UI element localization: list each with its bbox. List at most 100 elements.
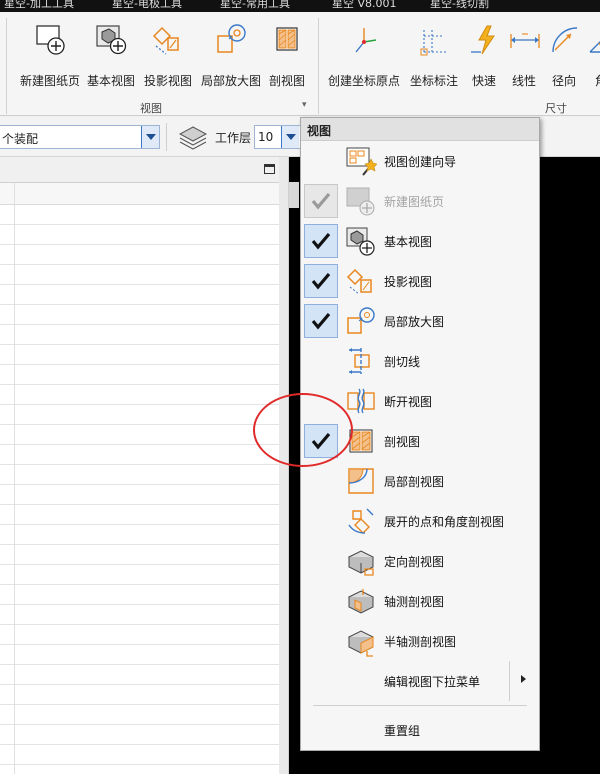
checkmark-icon [311, 232, 331, 250]
title-tab[interactable]: 星空 V8.001 [332, 0, 397, 11]
coordinate-origin-icon [355, 28, 377, 53]
detail-view-icon [347, 307, 375, 334]
new-sheet-button[interactable]: 新建图纸页 [19, 22, 81, 92]
ribbon-button-label: 快速 [471, 74, 497, 88]
work-layer-combo[interactable]: 10 [254, 125, 306, 149]
menu-item-unfolded-section[interactable]: 展开的点和角度剖视图 [301, 501, 539, 541]
checkmark-icon [311, 272, 331, 290]
menu-item-half-pictorial-section[interactable]: 半轴测剖视图 [301, 621, 539, 661]
projected-view-icon [346, 268, 372, 295]
group-separator [6, 18, 7, 114]
column-divider [14, 183, 15, 774]
panel-splitter[interactable] [279, 157, 289, 774]
base-view-icon [96, 25, 127, 55]
detail-view-button[interactable]: 局部放大图 [200, 22, 262, 92]
radial-dimension-button[interactable]: 径向 [547, 22, 581, 92]
angular-dimension-button[interactable]: 角 [586, 22, 600, 92]
view-group-launcher-icon[interactable]: ▾ [302, 100, 307, 110]
ribbon-button-label: 创建坐标原点 [327, 74, 401, 88]
graphics-tab-handle[interactable] [289, 182, 299, 208]
radial-dimension-icon [552, 27, 578, 53]
menu-item-label: 基本视图 [384, 235, 433, 249]
chevron-down-icon[interactable] [281, 126, 299, 148]
ribbon-button-label: 新建图纸页 [19, 74, 81, 88]
menu-item-label: 重置组 [384, 724, 421, 738]
menu-item-detail-view[interactable]: 局部放大图 [301, 301, 539, 341]
menu-item-reset-group[interactable]: 重置组 [301, 710, 539, 750]
menu-title: 视图 [301, 118, 539, 141]
menu-item-view-wizard[interactable]: 视图创建向导 [301, 141, 539, 181]
maximize-icon[interactable] [264, 164, 275, 174]
ribbon-button-label: 投影视图 [143, 74, 193, 88]
checkmark-icon [311, 192, 331, 210]
work-layer-label: 工作层 [215, 131, 252, 145]
menu-item-oriented-section[interactable]: 定向剖视图 [301, 541, 539, 581]
coordinate-origin-button[interactable]: 创建坐标原点 [328, 22, 400, 92]
ribbon: 新建图纸页 基本视图 投影视图 局部放大图 剖视图 视图 ▾ 创建坐标原点 坐标… [0, 12, 600, 116]
menu-item-break-out-section[interactable]: 局部剖视图 [301, 461, 539, 501]
submenu-separator [509, 661, 510, 701]
dimension-group-label: 尺寸 [545, 102, 567, 115]
menu-item-base-view[interactable]: 基本视图 [301, 221, 539, 261]
menu-separator [313, 705, 527, 706]
section-line-icon [349, 348, 370, 374]
menu-item-label: 剖切线 [384, 355, 421, 369]
base-view-button[interactable]: 基本视图 [86, 22, 136, 92]
menu-item-section-line[interactable]: 剖切线 [301, 341, 539, 381]
title-tab[interactable]: 星空-加工工具 [4, 0, 74, 11]
checkmark-icon [311, 312, 331, 330]
menu-item-label: 剖视图 [384, 435, 421, 449]
pictorial-section-icon [347, 589, 375, 614]
menu-item-label: 断开视图 [384, 395, 433, 409]
assembly-filter-combo[interactable]: 个装配 [0, 125, 160, 149]
title-tab[interactable]: 星空-电极工具 [112, 0, 182, 11]
menu-item-edit-dropdown[interactable]: 编辑视图下拉菜单 [301, 661, 539, 701]
ribbon-button-label: 径向 [551, 74, 577, 88]
section-view-button[interactable]: 剖视图 [266, 22, 308, 92]
ribbon-button-label: 基本视图 [86, 74, 136, 88]
half-pictorial-section-icon [347, 630, 375, 657]
menu-item-label: 局部放大图 [384, 315, 445, 329]
broken-view-icon [347, 388, 375, 414]
menu-item-label: 新建图纸页 [384, 195, 445, 209]
oriented-section-icon [347, 550, 375, 576]
chevron-down-icon[interactable] [141, 126, 159, 148]
menu-item-label: 视图创建向导 [384, 155, 457, 169]
assembly-filter-value: 个装配 [2, 132, 39, 146]
title-tab[interactable]: 星空-常用工具 [220, 0, 290, 11]
menu-item-label: 展开的点和角度剖视图 [384, 515, 505, 529]
checked-checkbox[interactable] [304, 264, 338, 298]
ribbon-button-label: 局部放大图 [200, 74, 262, 88]
break-out-section-icon [348, 468, 374, 494]
menu-item-projected-view[interactable]: 投影视图 [301, 261, 539, 301]
work-layer-value: 10 [258, 130, 274, 144]
rapid-dimension-icon [471, 25, 495, 55]
checked-checkbox[interactable] [304, 304, 338, 338]
menu-item-pictorial-section[interactable]: 轴测剖视图 [301, 581, 539, 621]
navigator-panel [0, 157, 279, 774]
detail-view-icon [217, 24, 246, 53]
ribbon-button-label: 坐标标注 [409, 74, 459, 88]
new-sheet-icon [346, 187, 375, 216]
toolbar-separator [166, 123, 167, 151]
title-tab-bar: 星空-加工工具 星空-电极工具 星空-常用工具 星空 V8.001 星空-线切割 [0, 0, 600, 12]
linear-dimension-button[interactable]: 线性 [507, 22, 541, 92]
title-tab[interactable]: 星空-线切割 [430, 0, 489, 11]
checked-checkbox[interactable] [304, 224, 338, 258]
ordinate-dimension-icon [420, 30, 446, 56]
menu-item-label: 编辑视图下拉菜单 [384, 675, 481, 689]
menu-item-new-sheet: 新建图纸页 [301, 181, 539, 221]
projected-view-button[interactable]: 投影视图 [143, 22, 193, 92]
group-separator [318, 18, 319, 114]
ordinate-dimension-button[interactable]: 坐标标注 [410, 22, 458, 92]
view-wizard-icon [346, 147, 377, 176]
checked-checkbox [304, 184, 338, 218]
layers-icon [178, 126, 208, 150]
base-view-icon [346, 227, 375, 256]
menu-item-label: 投影视图 [384, 275, 433, 289]
rapid-dimension-button[interactable]: 快速 [467, 22, 501, 92]
linear-dimension-icon [510, 33, 540, 48]
view-group-label: 视图 [140, 102, 162, 115]
table-header [0, 183, 279, 205]
panel-header [0, 157, 279, 183]
